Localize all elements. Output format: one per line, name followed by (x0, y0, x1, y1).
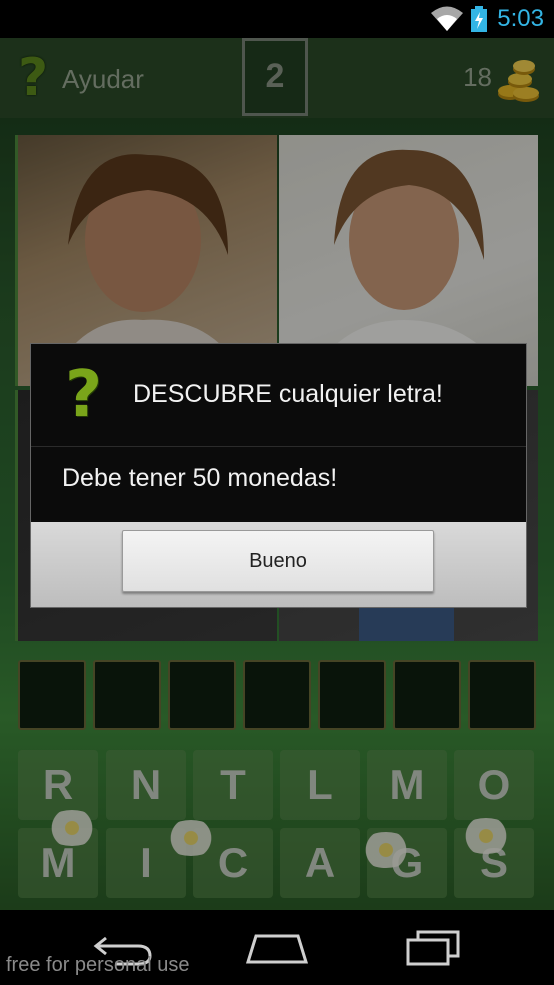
home-icon[interactable] (244, 928, 310, 968)
dialog-message: Debe tener 50 monedas! (62, 464, 338, 492)
reveal-letter-dialog: ? DESCUBRE cualquier letra! Debe tener 5… (30, 343, 527, 608)
ok-button[interactable]: Bueno (122, 530, 434, 592)
recents-icon[interactable] (404, 928, 462, 968)
wifi-icon (431, 6, 463, 31)
dialog-title: DESCUBRE cualquier letra! (133, 380, 443, 408)
dialog-divider (31, 446, 526, 447)
dialog-button-bar: Bueno (31, 522, 526, 607)
status-clock: 5:03 (497, 5, 544, 32)
question-mark-icon: ? (65, 358, 103, 432)
battery-charging-icon (471, 6, 487, 32)
status-bar: 5:03 (0, 0, 554, 38)
watermark-text: free for personal use (6, 954, 190, 976)
dialog-header: ? DESCUBRE cualquier letra! (31, 344, 526, 446)
